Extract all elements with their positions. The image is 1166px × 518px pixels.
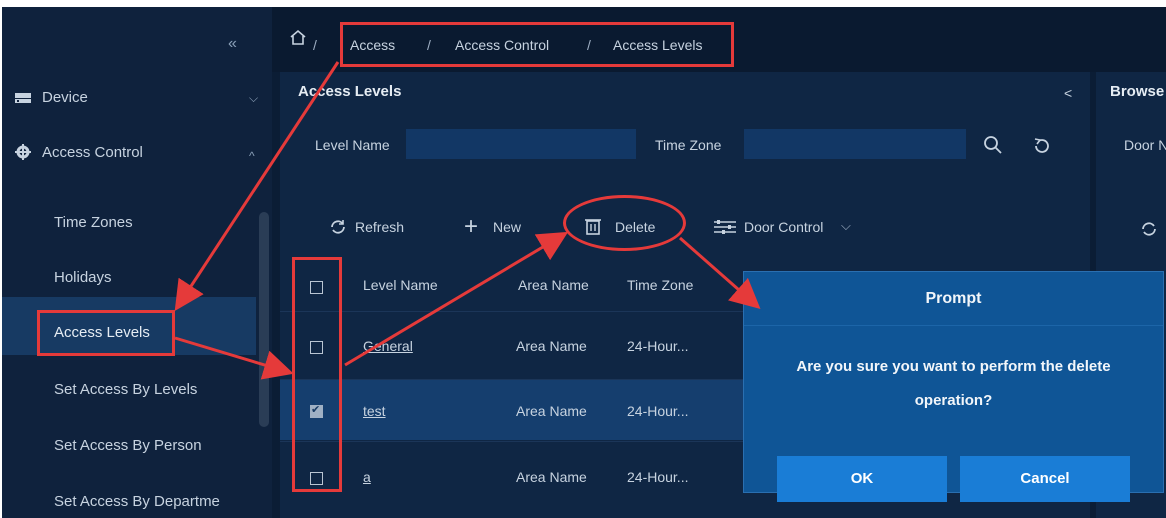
annotation-arrows	[174, 61, 761, 380]
